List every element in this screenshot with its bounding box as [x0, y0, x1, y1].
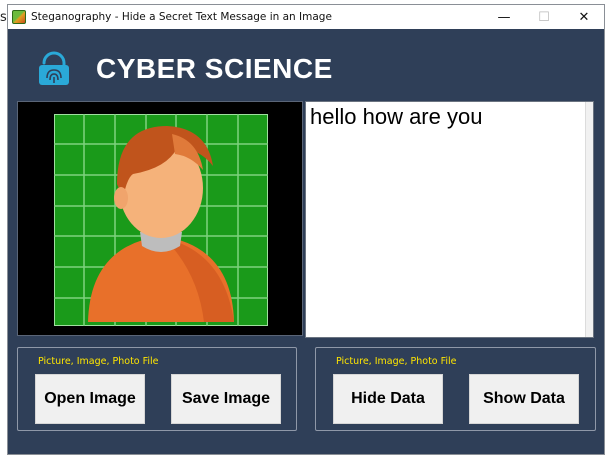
open-image-button[interactable]: Open Image [35, 374, 145, 424]
app-icon [12, 10, 26, 24]
show-data-button[interactable]: Show Data [469, 374, 579, 424]
data-group-label: Picture, Image, Photo File [336, 356, 457, 367]
person-avatar-icon [54, 114, 268, 326]
message-scrollbar[interactable] [585, 102, 593, 337]
message-input[interactable]: hello how are you [306, 102, 593, 337]
fingerprint-lock-icon [39, 51, 69, 85]
image-preview [17, 101, 303, 336]
image-file-group: Picture, Image, Photo File Open Image Sa… [17, 347, 297, 431]
data-actions-group: Picture, Image, Photo File Hide Data Sho… [315, 347, 596, 431]
title-bar: Steganography - Hide a Secret Text Messa… [8, 5, 604, 29]
save-image-button[interactable]: Save Image [171, 374, 281, 424]
message-box: hello how are you [305, 101, 594, 338]
maximize-button[interactable]: ☐ [524, 5, 564, 29]
minimize-button[interactable]: — [484, 5, 524, 29]
hide-data-button[interactable]: Hide Data [333, 374, 443, 424]
app-window: Steganography - Hide a Secret Text Messa… [7, 4, 605, 455]
app-title: CYBER SCIENCE [96, 53, 333, 84]
image-group-label: Picture, Image, Photo File [38, 356, 159, 367]
app-header: CYBER SCIENCE [8, 29, 604, 99]
window-title: Steganography - Hide a Secret Text Messa… [31, 11, 332, 23]
window-controls: — ☐ ✕ [484, 5, 604, 29]
close-button[interactable]: ✕ [564, 5, 604, 29]
